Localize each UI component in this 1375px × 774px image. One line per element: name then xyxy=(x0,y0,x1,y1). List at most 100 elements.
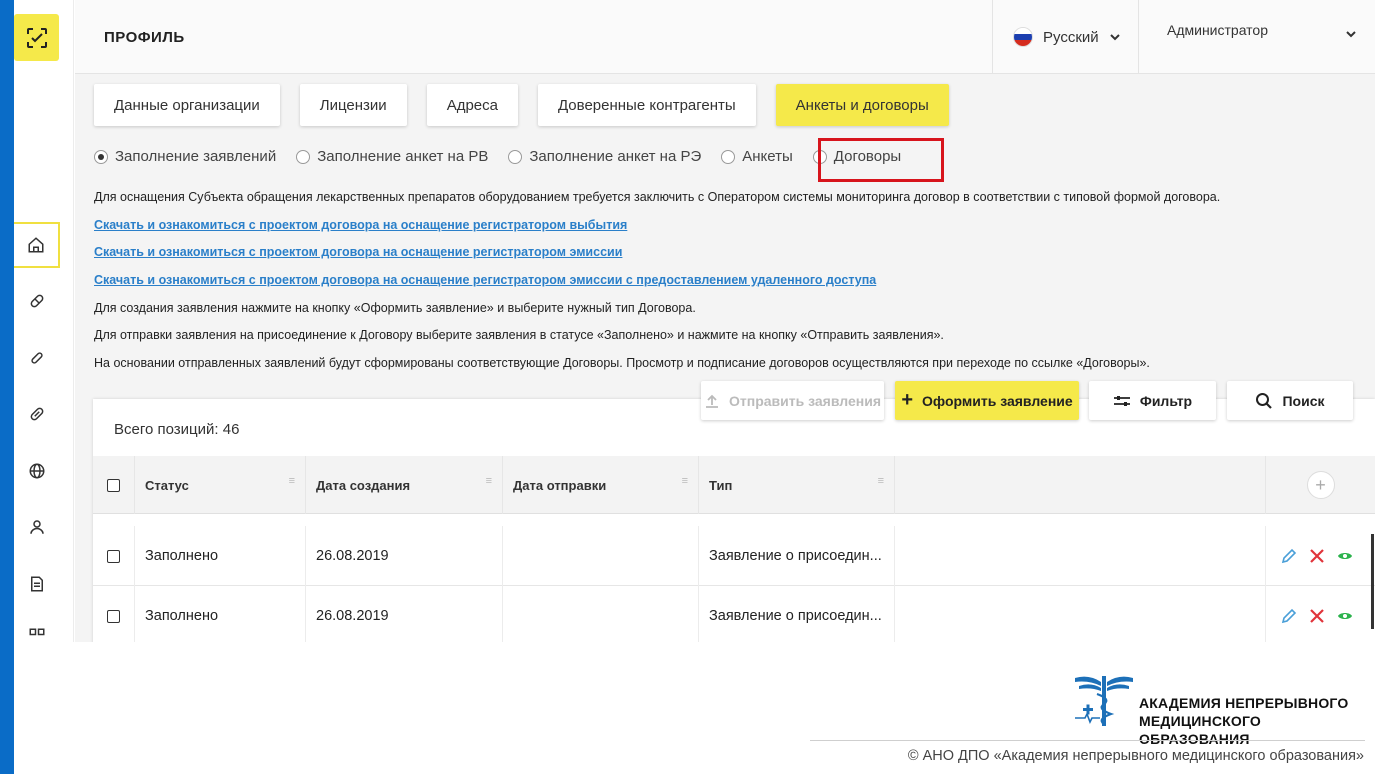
radio-indicator xyxy=(94,149,108,164)
table-scrollbar[interactable] xyxy=(1371,534,1374,629)
column-empty xyxy=(895,456,1266,514)
download-link-emission-registrar[interactable]: Скачать и ознакомиться с проектом догово… xyxy=(94,245,622,259)
add-column-icon[interactable]: + xyxy=(1306,471,1335,499)
info-create: Для создания заявления нажмите на кнопку… xyxy=(94,301,696,315)
radio-label: Анкеты xyxy=(742,148,793,165)
radio-indicator xyxy=(508,149,523,164)
plus-icon: + xyxy=(901,389,913,411)
row-checkbox[interactable] xyxy=(107,609,120,623)
mode-radio-group: Заполнение заявлений Заполнение анкет на… xyxy=(94,148,921,165)
nav-pill-2[interactable] xyxy=(14,335,60,381)
radio-indicator xyxy=(721,149,736,164)
radio-fill-forms-re[interactable]: Заполнение анкет на РЭ xyxy=(508,148,701,165)
search-button[interactable]: Поиск xyxy=(1227,381,1353,420)
profile-tabs: Данные организации Лицензии Адреса Довер… xyxy=(94,84,969,126)
row-actions xyxy=(1281,526,1353,586)
applications-table: Всего позиций: 46 Статус ≡ Дата создания… xyxy=(93,399,1375,642)
cell-empty xyxy=(895,526,1266,586)
radio-label: Заполнение анкет на РЭ xyxy=(529,148,702,165)
nav-pill-3[interactable] xyxy=(14,391,60,437)
column-label: Дата отправки xyxy=(513,477,607,493)
radio-label: Заполнение анкет на РВ xyxy=(317,148,489,165)
radio-indicator xyxy=(296,149,311,164)
sort-icon: ≡ xyxy=(485,475,492,487)
add-column-cell: + xyxy=(1266,456,1375,514)
info-intro: Для оснащения Субъекта обращения лекарст… xyxy=(94,190,1221,204)
language-select[interactable]: Русский xyxy=(992,0,1138,74)
tab-addresses[interactable]: Адреса xyxy=(426,84,518,126)
filter-sliders-icon xyxy=(1113,394,1131,408)
send-applications-button[interactable]: Отправить заявления xyxy=(701,381,884,420)
main-content: ПРОФИЛЬ Русский Администратор Данные орг… xyxy=(75,0,1375,642)
column-label: Тип xyxy=(709,477,733,493)
filter-button[interactable]: Фильтр xyxy=(1089,381,1216,420)
row-checkbox[interactable] xyxy=(107,549,120,563)
tab-licenses[interactable]: Лицензии xyxy=(299,84,407,126)
filter-label: Фильтр xyxy=(1139,392,1193,409)
edit-pencil-icon[interactable] xyxy=(1281,608,1297,624)
column-type[interactable]: Тип ≡ xyxy=(699,456,895,514)
caduceus-logo-icon xyxy=(1075,676,1133,726)
info-send: Для отправки заявления на присоединение … xyxy=(94,328,944,342)
select-all-checkbox[interactable] xyxy=(107,478,120,492)
left-blue-strip xyxy=(0,0,14,774)
copyright-text: © АНО ДПО «Академия непрерывного медицин… xyxy=(907,748,1364,764)
tab-organization-data[interactable]: Данные организации xyxy=(94,84,280,126)
download-link-disposal-registrar[interactable]: Скачать и ознакомиться с проектом догово… xyxy=(94,218,627,232)
document-icon xyxy=(31,576,43,592)
app-logo[interactable] xyxy=(14,14,59,61)
column-created[interactable]: Дата создания ≡ xyxy=(306,456,503,514)
top-bar: ПРОФИЛЬ Русский Администратор xyxy=(75,0,1375,74)
brand-line-2: МЕДИЦИНСКОГО ОБРАЗОВАНИЯ xyxy=(1139,713,1262,747)
language-label: Русский xyxy=(1043,28,1099,46)
nav-document[interactable] xyxy=(14,561,60,607)
upload-icon xyxy=(704,393,720,409)
sidebar xyxy=(14,0,74,642)
page-title: ПРОФИЛЬ xyxy=(104,29,185,46)
contracts-highlight-box xyxy=(818,138,944,182)
delete-x-icon[interactable] xyxy=(1309,548,1325,564)
view-eye-icon[interactable] xyxy=(1337,608,1353,624)
column-sent[interactable]: Дата отправки ≡ xyxy=(503,456,699,514)
sort-icon: ≡ xyxy=(681,475,688,487)
nav-globe[interactable] xyxy=(14,448,60,494)
column-label: Статус xyxy=(145,477,189,493)
download-link-emission-remote[interactable]: Скачать и ознакомиться с проектом догово… xyxy=(94,273,876,287)
create-application-button[interactable]: + Оформить заявление xyxy=(895,381,1079,420)
capsule-icon xyxy=(31,352,43,364)
cell-sent xyxy=(503,586,699,642)
edit-pencil-icon[interactable] xyxy=(1281,548,1297,564)
tab-forms-and-contracts[interactable]: Анкеты и договоры xyxy=(775,84,949,126)
nav-grid[interactable] xyxy=(14,617,60,642)
info-contracts: На основании отправленных заявлений буду… xyxy=(94,356,1150,370)
total-count: Всего позиций: 46 xyxy=(114,421,240,438)
sort-icon: ≡ xyxy=(288,475,295,487)
nav-pills[interactable] xyxy=(14,278,60,324)
sort-icon: ≡ xyxy=(877,475,884,487)
russia-flag-icon xyxy=(1013,27,1033,47)
user-menu[interactable]: Администратор xyxy=(1138,0,1375,74)
column-status[interactable]: Статус ≡ xyxy=(135,456,306,514)
nav-user[interactable] xyxy=(14,504,60,550)
radio-fill-forms-rv[interactable]: Заполнение анкет на РВ xyxy=(296,148,488,165)
create-application-label: Оформить заявление xyxy=(922,392,1073,409)
pill-alt-icon xyxy=(30,407,44,421)
row-checkbox-cell xyxy=(93,586,135,642)
cell-sent xyxy=(503,526,699,586)
view-eye-icon[interactable] xyxy=(1337,548,1353,564)
table-row[interactable]: Заполнено 26.08.2019 Заявление о присоед… xyxy=(93,586,1375,642)
tab-trusted-counterparties[interactable]: Доверенные контрагенты xyxy=(537,84,756,126)
delete-x-icon[interactable] xyxy=(1309,608,1325,624)
radio-fill-applications[interactable]: Заполнение заявлений xyxy=(94,148,276,165)
user-name: Администратор xyxy=(1167,22,1269,38)
radio-forms[interactable]: Анкеты xyxy=(721,148,793,165)
footer-divider xyxy=(810,740,1365,741)
user-icon xyxy=(30,520,44,534)
cell-type: Заявление о присоедин... xyxy=(699,526,895,586)
table-row[interactable]: Заполнено 26.08.2019 Заявление о присоед… xyxy=(93,526,1375,586)
row-checkbox-cell xyxy=(93,526,135,586)
column-label: Дата создания xyxy=(316,477,411,493)
radio-label: Заполнение заявлений xyxy=(115,148,277,165)
brand-line-1: АКАДЕМИЯ НЕПРЕРЫВНОГО xyxy=(1139,695,1349,711)
nav-home[interactable] xyxy=(14,222,60,268)
